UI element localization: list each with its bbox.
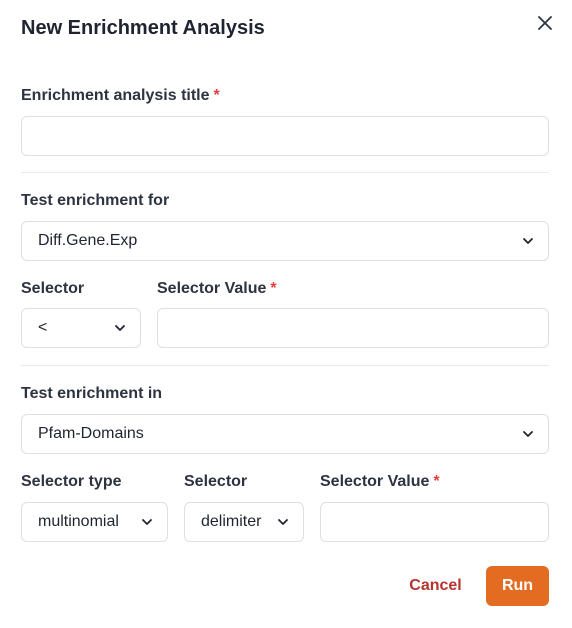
selector-label: Selector — [21, 280, 85, 297]
required-mark: * — [270, 280, 277, 297]
in-selector-label: Selector — [184, 473, 248, 490]
selector-select[interactable]: < — [21, 308, 141, 348]
in-selector-value: delimiter — [201, 513, 262, 530]
run-button[interactable]: Run — [486, 566, 549, 606]
analysis-title-label-text: Enrichment analysis title — [21, 87, 210, 104]
test-for-label: Test enrichment for — [21, 192, 170, 209]
test-in-label: Test enrichment in — [21, 385, 163, 402]
in-selector-value-input[interactable] — [320, 502, 549, 542]
chevron-down-icon — [276, 515, 290, 529]
chevron-down-icon — [521, 427, 535, 441]
in-selector-value-label: Selector Value * — [320, 473, 440, 491]
selector-value-input[interactable] — [157, 308, 549, 348]
cancel-button[interactable]: Cancel — [393, 566, 478, 606]
divider — [21, 365, 549, 366]
enrichment-dialog: New Enrichment Analysis Enrichment analy… — [0, 0, 572, 628]
chevron-down-icon — [113, 321, 127, 335]
required-mark: * — [213, 87, 220, 104]
analysis-title-input[interactable] — [21, 116, 549, 156]
required-mark: * — [433, 473, 440, 490]
chevron-down-icon — [521, 234, 535, 248]
in-selector-value-label-text: Selector Value — [320, 473, 430, 490]
selector-type-select[interactable]: multinomial — [21, 502, 168, 542]
test-in-select[interactable]: Pfam-Domains — [21, 414, 549, 454]
close-icon — [538, 16, 552, 30]
test-in-value: Pfam-Domains — [38, 425, 144, 442]
selector-value: < — [38, 319, 48, 336]
divider — [21, 172, 549, 173]
chevron-down-icon — [140, 515, 154, 529]
selector-type-value: multinomial — [38, 513, 119, 530]
selector-value-label-text: Selector Value — [157, 280, 267, 297]
test-for-value: Diff.Gene.Exp — [38, 232, 138, 249]
analysis-title-label: Enrichment analysis title * — [21, 87, 220, 105]
test-for-select[interactable]: Diff.Gene.Exp — [21, 221, 549, 261]
dialog-title: New Enrichment Analysis — [21, 17, 265, 39]
close-button[interactable] — [533, 11, 557, 35]
selector-type-label: Selector type — [21, 473, 122, 490]
in-selector-select[interactable]: delimiter — [184, 502, 304, 542]
selector-value-label: Selector Value * — [157, 280, 277, 298]
